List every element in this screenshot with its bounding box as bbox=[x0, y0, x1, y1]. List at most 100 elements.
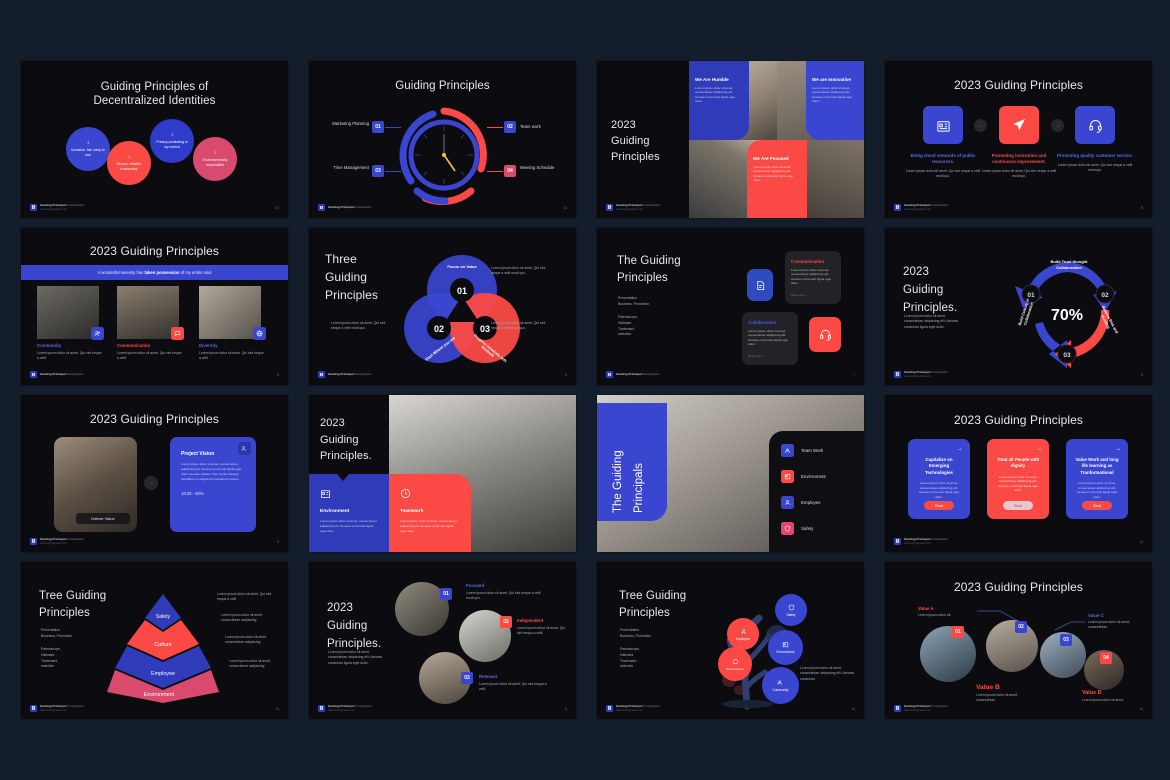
badge-number: 01 bbox=[955, 629, 961, 635]
slide-thumbnail-15[interactable]: Tree Guiding Principles Presentation Bus… bbox=[596, 561, 865, 720]
slide-thumbnail-13[interactable]: Tree Guiding Principles Presentation Bus… bbox=[20, 561, 289, 720]
value-body: Lorem ipsum dolor sit amet, bbox=[1082, 698, 1124, 702]
node-label: Employee bbox=[735, 636, 751, 641]
arrow-right-step-icon: → bbox=[974, 119, 987, 132]
slide-footer: Guiding Principal Presentation www.really… bbox=[894, 370, 948, 378]
slide-thumbnail-14[interactable]: 2023 Guiding Principles. Lorem ipsum dol… bbox=[308, 561, 577, 720]
bubble-label: Environmentally responsible bbox=[202, 158, 228, 167]
svg-text:02: 02 bbox=[1101, 292, 1109, 299]
page-title: 2023 Guiding Principles bbox=[953, 413, 1084, 427]
panel-focused: We Are Focused Lorem ipsum dolor sit ame… bbox=[747, 140, 807, 218]
slide-thumbnail-9[interactable]: 2023 Guiding Principles Deliver Value → … bbox=[20, 394, 289, 553]
slide-thumbnail-12[interactable]: 2023 Guiding Principles → Capitalize on … bbox=[884, 394, 1153, 553]
arrow-right-icon[interactable]: → bbox=[957, 446, 963, 452]
slide-thumbnail-11[interactable]: The Guiding Principals Team Work Environ… bbox=[596, 394, 865, 553]
block-environment: Environment Lorem ipsum dolor sit amet, … bbox=[309, 474, 389, 552]
slide-thumbnail-8[interactable]: 2023 Guiding Principles. Lorem ipsum dol… bbox=[884, 227, 1153, 386]
block-body: Lorem ipsum dolor sit amet, consectetuer… bbox=[320, 519, 377, 533]
arc-label-02: Build Trust thought Collaboration bbox=[1050, 259, 1088, 270]
slide-footer: Guiding Principal Presentation www.really… bbox=[606, 704, 660, 712]
bubble-label: Privacy protecting in my control bbox=[156, 140, 188, 149]
card-dignity[interactable]: → Treat all People with dignity Lorem ip… bbox=[987, 439, 1049, 519]
column-label: Communication bbox=[117, 343, 151, 348]
page-number: 14 bbox=[1139, 707, 1143, 711]
footer-brand: Guiding Principal bbox=[904, 537, 930, 542]
bubble-label: Inclusive, fair, easy to use bbox=[71, 148, 105, 157]
read-button[interactable]: Read bbox=[1082, 501, 1112, 510]
card-capitalize[interactable]: → Capitalize on Emerging Technologies Lo… bbox=[908, 439, 970, 519]
badge-number: 02 bbox=[1018, 624, 1024, 630]
card-value-work[interactable]: → Value Work and long life learning as T… bbox=[1066, 439, 1128, 519]
title-line-1: The Guiding bbox=[617, 255, 681, 267]
card-heading: Value Work and long life learning as Tra… bbox=[1075, 457, 1119, 475]
value-c-text: Value C Lorem ipsum dolor sit amet, cons… bbox=[1088, 613, 1142, 630]
footer-sub: www.reallygreatsite.com bbox=[40, 708, 67, 712]
badge-02: 02 bbox=[500, 616, 512, 628]
slide-footer: Guiding Principal Presentation www.really… bbox=[30, 203, 84, 211]
title-line-2: Principles bbox=[617, 272, 668, 285]
menu-item-safety[interactable]: Safety bbox=[781, 522, 854, 535]
arrow-right-icon[interactable]: → bbox=[1036, 446, 1042, 452]
menu-item-employee[interactable]: Employee bbox=[781, 496, 854, 509]
chat-icon bbox=[171, 327, 184, 340]
meta2-line-4: selective bbox=[41, 664, 55, 669]
arrow-right-icon[interactable]: → bbox=[1115, 446, 1121, 452]
footer-sub: www.reallygreatsite.com bbox=[904, 541, 931, 545]
footer-sub: www.reallygreatsite.com bbox=[904, 374, 931, 378]
slide-thumbnail-16[interactable]: 2023 Guiding Principles 01 02 03 04 Valu… bbox=[884, 561, 1153, 720]
value-label: Value A bbox=[918, 606, 934, 611]
svg-text:Employee: Employee bbox=[151, 671, 175, 677]
footer-sub: www.reallygreatsite.com bbox=[616, 207, 643, 211]
globe-icon bbox=[253, 327, 266, 340]
pyramid-graphic: Safety Culture Employee Environment bbox=[107, 594, 219, 703]
tile-link[interactable]: Read more → bbox=[791, 293, 835, 297]
slide-thumbnail-10[interactable]: 2023 Guiding Principles. Environment Lor… bbox=[308, 394, 577, 553]
title-line-1: Tree Guiding bbox=[39, 590, 107, 602]
slide-thumbnail-1[interactable]: Guiding Principles of Decentralized Iden… bbox=[20, 60, 289, 219]
svg-text:70%: 70% bbox=[1051, 307, 1083, 324]
connector-line bbox=[487, 171, 503, 172]
tile-link[interactable]: Read more → bbox=[748, 354, 792, 358]
step-label-01: Marketing Planning bbox=[332, 121, 369, 126]
title-line-1: 2023 bbox=[327, 602, 353, 614]
note-1: Lorem ipsum dolor sit amet, Qui sint neq… bbox=[217, 592, 272, 602]
value-label: Value C bbox=[1088, 613, 1104, 618]
brand-logo-icon bbox=[30, 371, 37, 378]
footer-brand-rest: Presentation bbox=[929, 704, 948, 709]
slide-thumbnail-6[interactable]: Three Guiding Principles 01 02 03 Focus … bbox=[308, 227, 577, 386]
slide-footer: Guiding Principal Presentation bbox=[606, 371, 660, 378]
footer-brand-rest: Presentation bbox=[65, 704, 84, 709]
column-body: Lorem ipsum dolor sit amet. Qui sint neq… bbox=[199, 351, 264, 361]
title-line-2: Principles bbox=[39, 607, 90, 620]
title-line-3: Principles. bbox=[320, 450, 372, 462]
footer-sub: www.reallygreatsite.com bbox=[40, 207, 67, 211]
slide-thumbnail-4[interactable]: 2023 Guiding Principles → → Being Good s… bbox=[884, 60, 1153, 219]
panel-innovative: We are Innovative Lorem ipsum dolor sit … bbox=[806, 61, 864, 140]
item-body: Lorem ipsum dolor sit amet, Qui sint neq… bbox=[479, 682, 547, 692]
photo-communication bbox=[117, 286, 179, 339]
read-button[interactable]: Read bbox=[924, 501, 954, 510]
menu-item-environment[interactable]: Environment bbox=[781, 470, 854, 483]
arrow-right-icon: → bbox=[144, 476, 158, 490]
slide-thumbnail-5[interactable]: 2023 Guiding Principles A wonderful sere… bbox=[20, 227, 289, 386]
read-button[interactable]: Read bbox=[1003, 501, 1033, 510]
footer-brand: Guiding Principal bbox=[328, 205, 354, 210]
slide-footer: Guiding Principal Presentation www.really… bbox=[30, 537, 84, 545]
slide-thumbnail-2[interactable]: Guiding Principles 01 Marketing Planning… bbox=[308, 60, 577, 219]
page-title: 2023 Guiding Principles bbox=[89, 412, 220, 426]
svg-text:Environment: Environment bbox=[144, 692, 175, 698]
menu-item-team-work[interactable]: Team Work bbox=[781, 444, 854, 457]
slide-thumbnail-7[interactable]: The Guiding Principles Presentation Busi… bbox=[596, 227, 865, 386]
slide-thumbnail-3[interactable]: 2023 Guiding Principles We Are Humble Lo… bbox=[596, 60, 865, 219]
body-text: Lorem ipsum dolor sit amet, consectetuer… bbox=[904, 314, 959, 329]
step-badge-02: 02 bbox=[504, 121, 516, 133]
footer-brand-rest: Presentation bbox=[353, 704, 372, 709]
headset-icon bbox=[1075, 106, 1115, 144]
menu-label: Environment bbox=[801, 474, 826, 479]
item-body: Lorem ipsum dolor sit amet, Qui sint neq… bbox=[466, 591, 541, 601]
brand-logo-icon bbox=[894, 370, 901, 378]
photo-caption: Deliver Value bbox=[76, 513, 130, 524]
item-2-text: Independent Lorem ipsum dolor sit amet, … bbox=[517, 618, 571, 636]
note-text: Lorem ipsum dolor sit amet, consectetuer… bbox=[800, 666, 855, 681]
node-employee: Employee bbox=[727, 618, 759, 650]
